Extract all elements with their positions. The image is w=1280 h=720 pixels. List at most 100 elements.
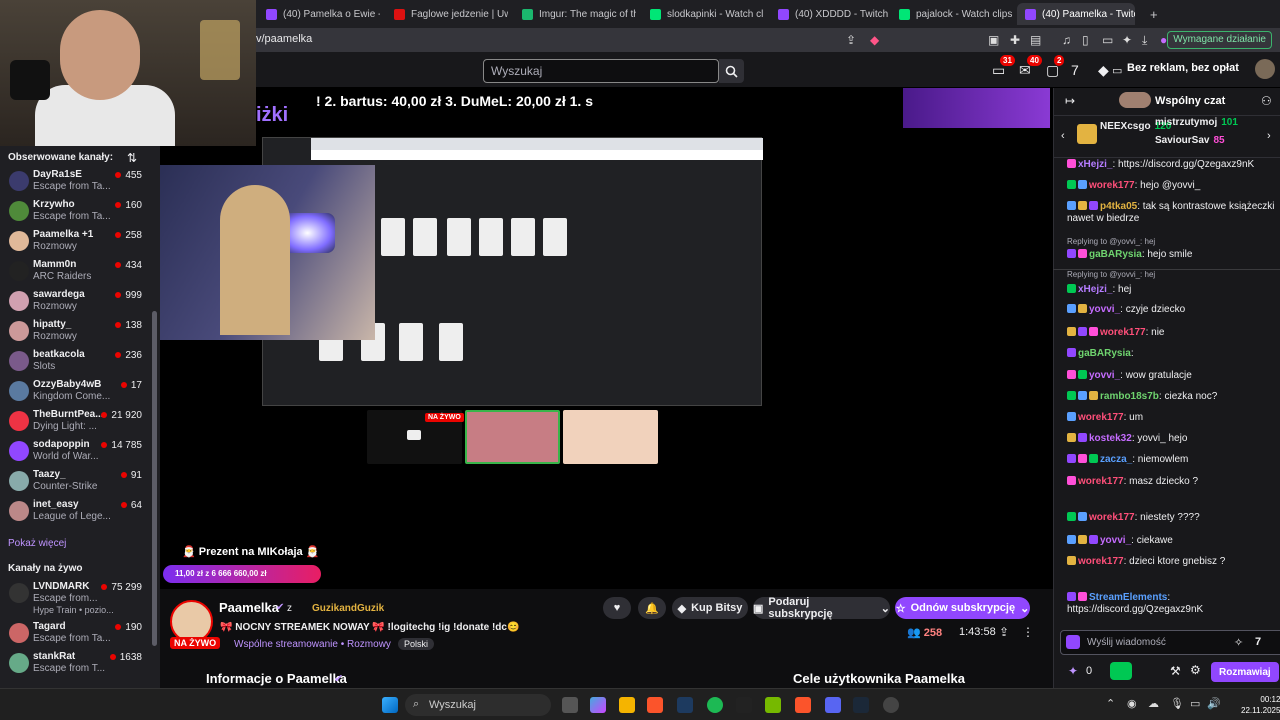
- follow-button[interactable]: ♥: [603, 597, 631, 619]
- sidebar-icon[interactable]: ▤: [1030, 33, 1041, 47]
- inbox-icon[interactable]: ✉ 40: [1019, 55, 1042, 79]
- live-channel[interactable]: stankRat Escape from T... 1638: [0, 648, 150, 678]
- language-tag[interactable]: Polski: [398, 638, 435, 650]
- spotify-icon[interactable]: [707, 697, 723, 713]
- steam-icon[interactable]: [853, 697, 869, 713]
- browser-tab[interactable]: slodkapinki - Watch clips o: [642, 3, 764, 25]
- search-input[interactable]: Wyszukaj: [483, 59, 719, 83]
- browser-tab[interactable]: Imgur: The magic of the In: [514, 3, 636, 25]
- sidebar-scrollbar[interactable]: [152, 311, 157, 646]
- collab-channel-link[interactable]: GuzikandGuzik: [312, 603, 384, 614]
- whispers-icon[interactable]: ▢ 2: [1046, 55, 1065, 79]
- sidebar-channel[interactable]: sawardega Rozmowy 999: [0, 286, 150, 316]
- copilot-icon[interactable]: [590, 697, 606, 713]
- prediction-icon[interactable]: [1110, 662, 1132, 680]
- channel-name[interactable]: Paamelka: [219, 600, 279, 615]
- sidebar-channel[interactable]: TheBurntPea... Dying Light: ... 21 920: [0, 406, 150, 436]
- user-avatar[interactable]: [1255, 59, 1275, 79]
- reader-icon[interactable]: ▯: [1082, 33, 1089, 47]
- sidebar-channel[interactable]: hipatty_ Rozmowy 138: [0, 316, 150, 346]
- tools-icon[interactable]: ⚒: [1170, 664, 1181, 678]
- sidebar-channel[interactable]: Krzywho Escape from Ta... 160: [0, 196, 150, 226]
- settings-icon[interactable]: ⚙: [1190, 663, 1201, 677]
- sidebar-channel[interactable]: Mamm0n ARC Raiders 434: [0, 256, 150, 286]
- clock[interactable]: 00:12 22.11.2025: [1241, 694, 1280, 716]
- collapse-chat-icon[interactable]: ↦: [1065, 94, 1075, 108]
- buy-bits-button[interactable]: ◆ Kup Bitsy: [672, 597, 748, 619]
- renew-sub-button[interactable]: ☆ Odnów subskrypcję ⌄: [895, 597, 1030, 619]
- file-explorer-icon[interactable]: [619, 697, 635, 713]
- chat-username[interactable]: rambo18s7b: [1100, 391, 1159, 402]
- gift-sub-button[interactable]: ▣ Podaruj subskrypcję ⌄: [753, 596, 890, 620]
- emote-icon[interactable]: ✧: [1234, 636, 1243, 649]
- stream-thumbnail-guzik[interactable]: [563, 410, 658, 464]
- chat-send-button[interactable]: Rozmawiaj: [1211, 662, 1279, 682]
- extension-7tv-icon[interactable]: 7: [1071, 62, 1079, 78]
- required-action-button[interactable]: Wymagane działanie: [1167, 31, 1272, 49]
- vpn-icon[interactable]: ●: [1160, 33, 1167, 47]
- live-channel[interactable]: Tagard Escape from Ta... 190: [0, 618, 150, 648]
- prime-loot-icon[interactable]: ▭ 31: [992, 55, 1015, 79]
- notification-button[interactable]: 🔔: [638, 597, 666, 619]
- chat-username[interactable]: gaBARysia: [1078, 348, 1131, 359]
- sidebar-channel[interactable]: inet_easy League of Lege... 64: [0, 496, 150, 526]
- no-ads-button[interactable]: Bez reklam, bez opłat: [1127, 62, 1239, 74]
- network-icon[interactable]: ▭: [1190, 697, 1200, 710]
- brave-icon[interactable]: [795, 697, 811, 713]
- shared-stream-link[interactable]: Wspólne streamowanie: [234, 639, 338, 650]
- sidebar-channel[interactable]: Paamelka +1 Rozmowy 258: [0, 226, 150, 256]
- live-channel[interactable]: LVNDMARK Escape from... 75 299 Hype Train •…: [0, 578, 150, 615]
- brave-icon[interactable]: [647, 697, 663, 713]
- search-button[interactable]: [719, 59, 744, 83]
- chat-username[interactable]: kostek32: [1089, 433, 1132, 444]
- sidebar-channel[interactable]: DayRa1sE Escape from Ta... 455: [0, 166, 150, 196]
- top-gifter[interactable]: mistrzutymoj 101: [1155, 117, 1238, 128]
- share-icon[interactable]: ⇪: [999, 625, 1009, 639]
- browser-tab[interactable]: Faglowe jedzenie | UwUFU: [386, 3, 508, 25]
- channel-points-icon[interactable]: ✦: [1068, 664, 1078, 678]
- top-gifter[interactable]: SaviourSav 85: [1155, 135, 1225, 146]
- browser-tab[interactable]: (40) Pamelka o Ewie - Twit: [258, 3, 380, 25]
- wallet-icon[interactable]: ▭: [1102, 33, 1113, 47]
- mic-icon[interactable]: 🎙: [1170, 697, 1184, 710]
- show-more-link[interactable]: Pokaż więcej: [8, 538, 66, 549]
- sidebar-channel[interactable]: Taazy_ Counter-Strike 91: [0, 466, 150, 496]
- taskbar-search[interactable]: Wyszukaj: [405, 694, 551, 716]
- nvidia-icon[interactable]: [765, 697, 781, 713]
- chat-username[interactable]: worek177: [1078, 556, 1124, 567]
- chat-username[interactable]: xHejzi_: [1078, 284, 1112, 295]
- chat-username[interactable]: xHejzi_: [1078, 159, 1112, 170]
- volume-icon[interactable]: 🔊: [1207, 697, 1221, 710]
- extension-icon[interactable]: ▣: [988, 33, 999, 47]
- chat-username[interactable]: yovvi_: [1089, 370, 1120, 381]
- discord-icon[interactable]: [825, 697, 841, 713]
- chat-username[interactable]: yovvi_: [1100, 535, 1131, 546]
- sidebar-channel[interactable]: OzzyBaby4wB Kingdom Come... 17: [0, 376, 150, 406]
- store-icon[interactable]: [677, 697, 693, 713]
- seventv-icon[interactable]: 7: [1255, 636, 1261, 648]
- cloud-icon[interactable]: ☁: [1148, 697, 1159, 710]
- browser-tab[interactable]: (40) XDDDD - Twitch: [770, 3, 892, 25]
- new-tab-button[interactable]: +: [1142, 3, 1166, 25]
- tray-chevron-icon[interactable]: ⌃: [1106, 697, 1115, 710]
- chat-username[interactable]: zacza_: [1100, 454, 1132, 465]
- task-view-icon[interactable]: [562, 697, 578, 713]
- share-icon[interactable]: ⇪: [846, 33, 856, 47]
- chat-username[interactable]: worek177: [1100, 327, 1146, 338]
- download-icon[interactable]: ⤓: [1142, 33, 1147, 48]
- chat-username[interactable]: worek177: [1089, 512, 1135, 523]
- obs-icon[interactable]: [883, 697, 899, 713]
- url-text[interactable]: v/paamelka: [256, 33, 312, 45]
- brave-shield-icon[interactable]: ◆: [870, 33, 879, 47]
- chat-username[interactable]: worek177: [1078, 412, 1124, 423]
- windows-start-icon[interactable]: [382, 697, 398, 713]
- chat-username[interactable]: gaBARysia: [1089, 249, 1142, 260]
- puzzle-icon[interactable]: ✚: [1010, 33, 1020, 47]
- browser-tab[interactable]: (40) Paamelka - Twitch✕: [1017, 3, 1135, 25]
- chat-input[interactable]: Wyślij wiadomość: [1060, 630, 1280, 655]
- chat-username[interactable]: yovvi_: [1089, 304, 1120, 315]
- sort-icon[interactable]: ⇅: [127, 151, 137, 165]
- sidebar-channel[interactable]: sodapoppin World of War... 14 785: [0, 436, 150, 466]
- stream-thumbnail-paamelka[interactable]: [465, 410, 560, 464]
- bits-icon[interactable]: ◆: [1098, 62, 1109, 79]
